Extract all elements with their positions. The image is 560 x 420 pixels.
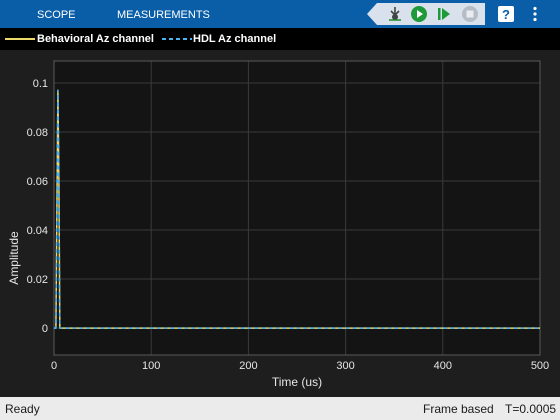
x-tick-label: 300 [336,360,354,372]
status-ready: Ready [5,402,40,416]
amplitude-plot[interactable]: 0 100 200 300 400 500 0 0.02 0.04 0.06 0.08 0.1 Tim… [0,50,560,397]
y-tick-label: 0.02 [27,274,48,286]
status-frame-mode: Frame based [423,402,494,416]
x-tick-label: 400 [434,360,452,372]
y-tick-label: 0.04 [27,225,48,237]
x-axis-label: Time (us) [272,375,322,389]
x-tick-label: 100 [142,360,160,372]
plot-area[interactable]: 0 100 200 300 400 500 0 0.02 0.04 0.06 0.08 0.1 Tim… [0,50,560,397]
toolstrip: SCOPE MEASUREMENTS ? [0,0,560,28]
axes-background [54,61,540,355]
legend-label-behavioral[interactable]: Behavioral Az channel [37,32,154,46]
y-tick-label: 0 [42,323,48,335]
y-axis-label: Amplitude [7,231,21,285]
step-forward-icon[interactable] [435,5,453,23]
legend-line-solid [5,38,35,40]
x-tick-label: 500 [531,360,549,372]
legend-line-dashed [162,38,192,40]
pin-icon[interactable] [386,5,404,23]
help-icon[interactable]: ? [497,5,515,23]
stop-icon[interactable] [461,5,479,23]
y-tick-label: 0.08 [27,127,48,139]
y-tick-label: 0.06 [27,176,48,188]
svg-text:?: ? [502,7,510,22]
tab-scope[interactable]: SCOPE [37,0,76,28]
status-bar: Ready Frame based T=0.0005 [0,397,560,420]
legend: Behavioral Az channel HDL Az channel [0,28,560,50]
legend-label-hdl[interactable]: HDL Az channel [193,32,276,46]
status-sim-time: T=0.0005 [505,402,557,416]
y-tick-label: 0.1 [33,78,48,90]
x-tick-label: 0 [51,360,57,372]
tab-measurements[interactable]: MEASUREMENTS [117,0,210,28]
x-tick-label: 200 [239,360,257,372]
run-icon[interactable] [410,5,428,23]
menu-icon[interactable] [526,5,544,23]
